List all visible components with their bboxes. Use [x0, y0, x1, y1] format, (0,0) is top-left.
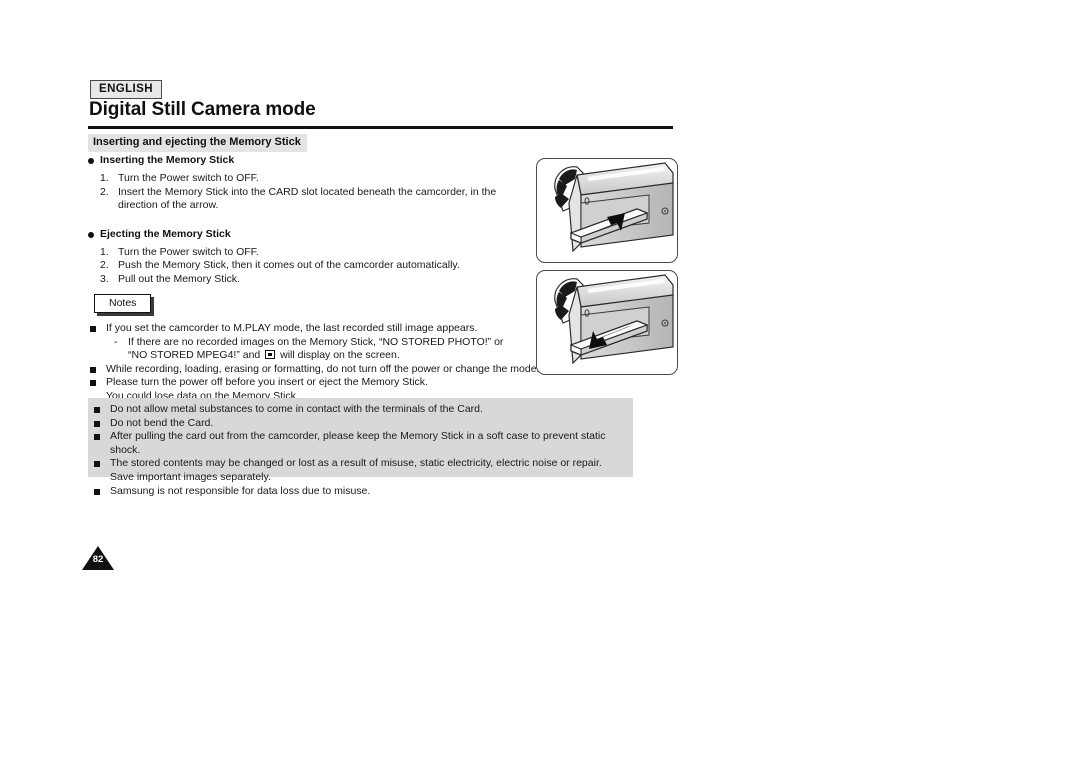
- list-item: 3. Pull out the Memory Stick.: [100, 273, 528, 287]
- note-text: Please turn the power off before you ins…: [106, 376, 428, 389]
- lcd-display-icon: [265, 350, 276, 360]
- step-text: Push the Memory Stick, then it comes out…: [118, 259, 460, 271]
- caution-text: After pulling the card out from the camc…: [110, 430, 606, 456]
- caution-box: Do not allow metal substances to come in…: [88, 398, 633, 497]
- notes-label: Notes: [94, 294, 152, 313]
- list-item: 2. Insert the Memory Stick into the CARD…: [100, 186, 528, 213]
- bullet-square-icon: [94, 420, 100, 427]
- caution-text: Do not bend the Card.: [110, 416, 214, 429]
- bullet-square-icon: [90, 326, 96, 332]
- caution-text: Do not allow metal substances to come in…: [110, 403, 483, 415]
- step-text: Turn the Power switch to OFF.: [118, 172, 259, 184]
- subheading-ejecting-label: Ejecting the Memory Stick: [100, 227, 231, 240]
- page-number-marker: 82: [82, 546, 114, 570]
- bullet-square-icon: [94, 461, 100, 468]
- note-subtext-line2-pre: “NO STORED MPEG4!” and: [128, 349, 261, 362]
- list-item: Samsung is not responsible for data loss…: [88, 485, 633, 499]
- instructions-column: Inserting the Memory Stick 1. Turn the P…: [88, 150, 528, 286]
- caution-text: The stored contents may be changed or lo…: [110, 457, 602, 470]
- list-item: After pulling the card out from the camc…: [88, 430, 633, 457]
- bullet-square-icon: [90, 380, 96, 387]
- inserting-steps-list: 1. Turn the Power switch to OFF. 2. Inse…: [100, 172, 528, 213]
- list-item: 2. Push the Memory Stick, then it comes …: [100, 259, 528, 273]
- page-number-text: 82: [92, 554, 104, 565]
- step-text: Insert the Memory Stick into the CARD sl…: [118, 185, 497, 212]
- caution-text-continued: Save important images separately.: [110, 470, 271, 483]
- step-text: Turn the Power switch to OFF.: [118, 245, 259, 258]
- subheading-inserting-label: Inserting the Memory Stick: [100, 154, 235, 166]
- subheading-ejecting: Ejecting the Memory Stick: [88, 227, 528, 241]
- caution-list: Do not allow metal substances to come in…: [88, 398, 633, 498]
- bullet-square-icon: [94, 488, 100, 495]
- manual-page: ENGLISH Digital Still Camera mode Insert…: [0, 0, 1080, 763]
- list-item: 1. Turn the Power switch to OFF.: [100, 246, 528, 260]
- bullet-square-icon: [94, 434, 100, 441]
- note-text: If you set the camcorder to M.PLAY mode,…: [106, 322, 478, 334]
- step-number: 3.: [100, 272, 109, 285]
- language-badge: ENGLISH: [90, 80, 162, 99]
- list-item: The stored contents may be changed or lo…: [88, 457, 633, 471]
- bullet-square-icon: [90, 366, 96, 373]
- list-item: Do not allow metal substances to come in…: [88, 403, 633, 417]
- bullet-dot-icon: [88, 231, 94, 238]
- ejecting-steps-list: 1. Turn the Power switch to OFF. 2. Push…: [100, 246, 528, 287]
- subheading-inserting: Inserting the Memory Stick: [88, 154, 528, 167]
- note-subtext-line2-post: will display on the screen.: [280, 349, 400, 362]
- camcorder-insert-memory-stick-illustration: [536, 158, 678, 263]
- bullet-dot-icon: [88, 158, 94, 164]
- caution-text: Samsung is not responsible for data loss…: [110, 484, 371, 497]
- list-item: 1. Turn the Power switch to OFF.: [100, 172, 528, 186]
- note-text: While recording, loading, erasing or for…: [106, 362, 540, 375]
- camcorder-eject-memory-stick-illustration: [536, 270, 678, 375]
- bullet-square-icon: [94, 407, 100, 413]
- step-text: Pull out the Memory Stick.: [118, 272, 240, 285]
- step-number: 2.: [100, 259, 109, 271]
- note-subtext-line1: If there are no recorded images on the M…: [128, 335, 504, 348]
- dash-marker: -: [114, 335, 118, 348]
- page-title: Digital Still Camera mode: [89, 99, 316, 120]
- step-number: 1.: [100, 172, 109, 184]
- step-number: 2.: [100, 185, 109, 198]
- list-item: Do not bend the Card.: [88, 417, 633, 431]
- step-number: 1.: [100, 245, 109, 258]
- title-divider: [88, 126, 673, 129]
